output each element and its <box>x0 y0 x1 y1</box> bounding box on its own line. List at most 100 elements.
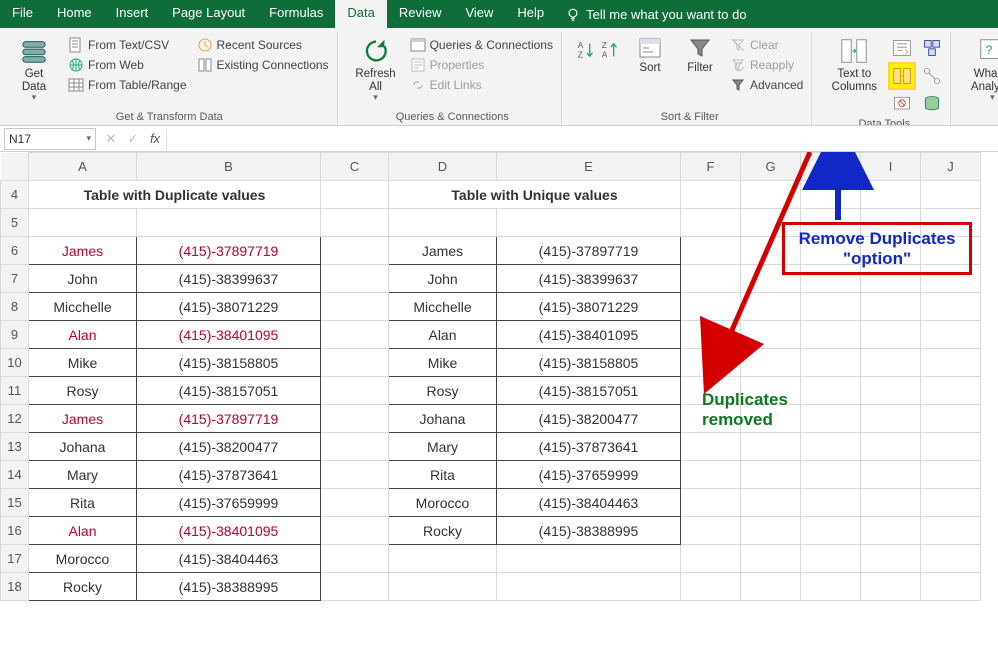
menu-tab-help[interactable]: Help <box>505 0 556 28</box>
cell-D17[interactable] <box>389 545 497 573</box>
cell-F7[interactable] <box>681 265 741 293</box>
menu-tab-formulas[interactable]: Formulas <box>257 0 335 28</box>
cell-F4[interactable] <box>681 181 741 209</box>
cell-C13[interactable] <box>321 433 389 461</box>
cancel-icon[interactable]: ✕ <box>100 131 122 147</box>
cell-I4[interactable] <box>861 181 921 209</box>
cell-F17[interactable] <box>681 545 741 573</box>
col-header-C[interactable]: C <box>321 153 389 181</box>
cell-D12[interactable]: Johana <box>389 405 497 433</box>
cell-B13[interactable]: (415)-38200477 <box>137 433 321 461</box>
cell-E18[interactable] <box>497 573 681 601</box>
cell-J16[interactable] <box>921 517 981 545</box>
cell-C11[interactable] <box>321 377 389 405</box>
enter-icon[interactable]: ✓ <box>122 131 144 147</box>
cell-F9[interactable] <box>681 321 741 349</box>
cell-J12[interactable] <box>921 405 981 433</box>
cell-H17[interactable] <box>801 545 861 573</box>
cell-G18[interactable] <box>741 573 801 601</box>
menu-tab-page-layout[interactable]: Page Layout <box>160 0 257 28</box>
cell-F6[interactable] <box>681 237 741 265</box>
cell-D10[interactable]: Mike <box>389 349 497 377</box>
cell-D4[interactable]: Table with Unique values <box>389 181 681 209</box>
cell-A9[interactable]: Alan <box>29 321 137 349</box>
cell-I15[interactable] <box>861 489 921 517</box>
cell-A4[interactable]: Table with Duplicate values <box>29 181 321 209</box>
cell-A12[interactable]: James <box>29 405 137 433</box>
cell-H12[interactable] <box>801 405 861 433</box>
menu-tab-file[interactable]: File <box>0 0 45 28</box>
cell-F14[interactable] <box>681 461 741 489</box>
cell-H11[interactable] <box>801 377 861 405</box>
cell-C8[interactable] <box>321 293 389 321</box>
cell-H13[interactable] <box>801 433 861 461</box>
cell-E9[interactable]: (415)-38401095 <box>497 321 681 349</box>
cell-J11[interactable] <box>921 377 981 405</box>
cell-B17[interactable]: (415)-38404463 <box>137 545 321 573</box>
cell-C16[interactable] <box>321 517 389 545</box>
queries-connections-button[interactable]: Queries & Connections <box>408 36 555 54</box>
cell-E6[interactable]: (415)-37897719 <box>497 237 681 265</box>
cell-J10[interactable] <box>921 349 981 377</box>
cell-E17[interactable] <box>497 545 681 573</box>
cell-C10[interactable] <box>321 349 389 377</box>
cell-F5[interactable] <box>681 209 741 237</box>
col-header-H[interactable]: H <box>801 153 861 181</box>
cell-I9[interactable] <box>861 321 921 349</box>
cell-B10[interactable]: (415)-38158805 <box>137 349 321 377</box>
col-header-F[interactable]: F <box>681 153 741 181</box>
cell-D14[interactable]: Rita <box>389 461 497 489</box>
fx-icon[interactable]: fx <box>144 131 166 146</box>
cell-D18[interactable] <box>389 573 497 601</box>
cell-B12[interactable]: (415)-37897719 <box>137 405 321 433</box>
cell-D13[interactable]: Mary <box>389 433 497 461</box>
cell-H9[interactable] <box>801 321 861 349</box>
row-header-13[interactable]: 13 <box>1 433 29 461</box>
cell-E13[interactable]: (415)-37873641 <box>497 433 681 461</box>
row-header-4[interactable]: 4 <box>1 181 29 209</box>
cell-H18[interactable] <box>801 573 861 601</box>
existing-connections-button[interactable]: Existing Connections <box>195 56 331 74</box>
cell-J13[interactable] <box>921 433 981 461</box>
cell-C14[interactable] <box>321 461 389 489</box>
col-header-A[interactable]: A <box>29 153 137 181</box>
cell-G14[interactable] <box>741 461 801 489</box>
col-header-E[interactable]: E <box>497 153 681 181</box>
cell-E12[interactable]: (415)-38200477 <box>497 405 681 433</box>
cell-D8[interactable]: Micchelle <box>389 293 497 321</box>
cell-I17[interactable] <box>861 545 921 573</box>
cell-D5[interactable]: Name <box>389 209 497 237</box>
advanced-button[interactable]: Advanced <box>728 76 805 94</box>
cell-B18[interactable]: (415)-38388995 <box>137 573 321 601</box>
from-web-button[interactable]: From Web <box>66 56 189 74</box>
col-header-I[interactable]: I <box>861 153 921 181</box>
cell-E14[interactable]: (415)-37659999 <box>497 461 681 489</box>
row-header-9[interactable]: 9 <box>1 321 29 349</box>
cell-B8[interactable]: (415)-38071229 <box>137 293 321 321</box>
cell-C18[interactable] <box>321 573 389 601</box>
cell-C15[interactable] <box>321 489 389 517</box>
cell-D16[interactable]: Rocky <box>389 517 497 545</box>
cell-D6[interactable]: James <box>389 237 497 265</box>
cell-A6[interactable]: James <box>29 237 137 265</box>
row-header-11[interactable]: 11 <box>1 377 29 405</box>
cell-C12[interactable] <box>321 405 389 433</box>
cell-E8[interactable]: (415)-38071229 <box>497 293 681 321</box>
cell-B9[interactable]: (415)-38401095 <box>137 321 321 349</box>
menu-tab-insert[interactable]: Insert <box>104 0 161 28</box>
row-header-12[interactable]: 12 <box>1 405 29 433</box>
data-validation-button[interactable] <box>890 92 914 116</box>
select-all-corner[interactable] <box>1 153 29 181</box>
cell-C5[interactable] <box>321 209 389 237</box>
row-header-7[interactable]: 7 <box>1 265 29 293</box>
cell-A17[interactable]: Morocco <box>29 545 137 573</box>
cell-E5[interactable]: Contact Number <box>497 209 681 237</box>
cell-J14[interactable] <box>921 461 981 489</box>
col-header-D[interactable]: D <box>389 153 497 181</box>
cell-F16[interactable] <box>681 517 741 545</box>
cell-I12[interactable] <box>861 405 921 433</box>
name-box[interactable]: N17 ▾ <box>4 128 96 150</box>
cell-J17[interactable] <box>921 545 981 573</box>
flash-fill-button[interactable] <box>890 36 914 60</box>
consolidate-button[interactable] <box>920 36 944 60</box>
